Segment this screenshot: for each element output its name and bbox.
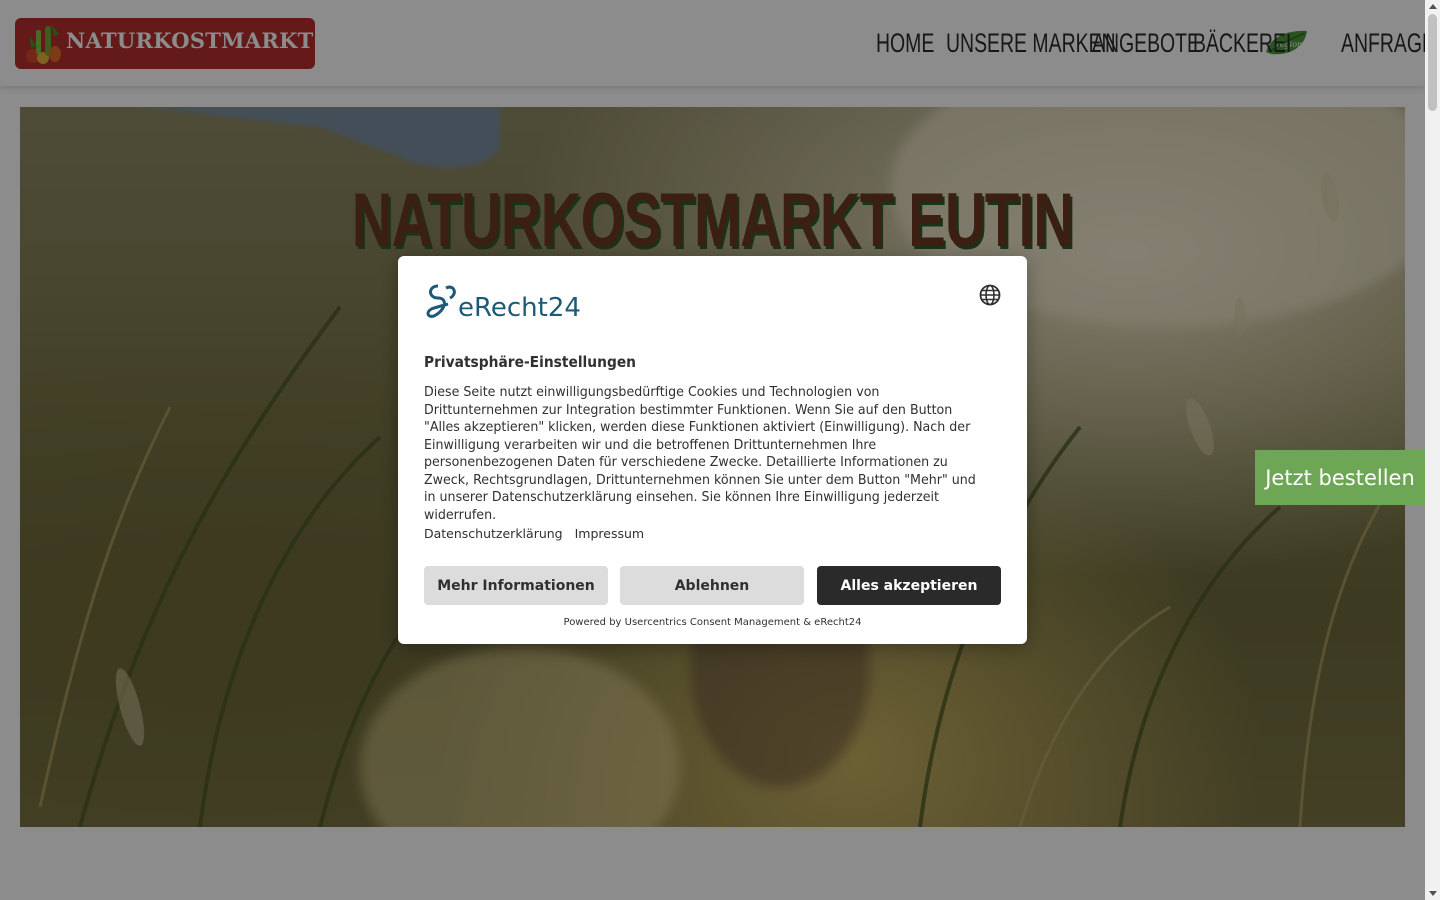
consent-links: Datenschutzerklärung Impressum [424, 526, 656, 541]
scroll-up-arrow-icon[interactable] [1429, 4, 1437, 9]
consent-body-text: Diese Seite nutzt einwilligungsbedürftig… [424, 384, 976, 523]
page-scrollbar[interactable] [1425, 0, 1440, 900]
consent-dialog: eRecht24 Privatsphäre-Einstellungen Dies… [398, 256, 1027, 644]
erecht24-logo-icon: eRecht24 [426, 284, 581, 322]
scrollbar-thumb[interactable] [1428, 14, 1437, 111]
imprint-link[interactable]: Impressum [575, 526, 644, 541]
order-now-button[interactable]: Jetzt bestellen [1255, 450, 1425, 505]
erecht24-brand-text: eRecht24 [458, 293, 581, 322]
language-globe-icon[interactable] [979, 284, 1001, 306]
deny-button[interactable]: Ablehnen [620, 566, 804, 605]
more-info-button[interactable]: Mehr Informationen [424, 566, 608, 605]
accept-all-button[interactable]: Alles akzeptieren [817, 566, 1001, 605]
consent-title: Privatsphäre-Einstellungen [424, 353, 637, 371]
scroll-down-arrow-icon[interactable] [1429, 891, 1437, 896]
privacy-policy-link[interactable]: Datenschutzerklärung [424, 526, 563, 541]
powered-by-text: Powered by Usercentrics Consent Manageme… [563, 617, 862, 628]
